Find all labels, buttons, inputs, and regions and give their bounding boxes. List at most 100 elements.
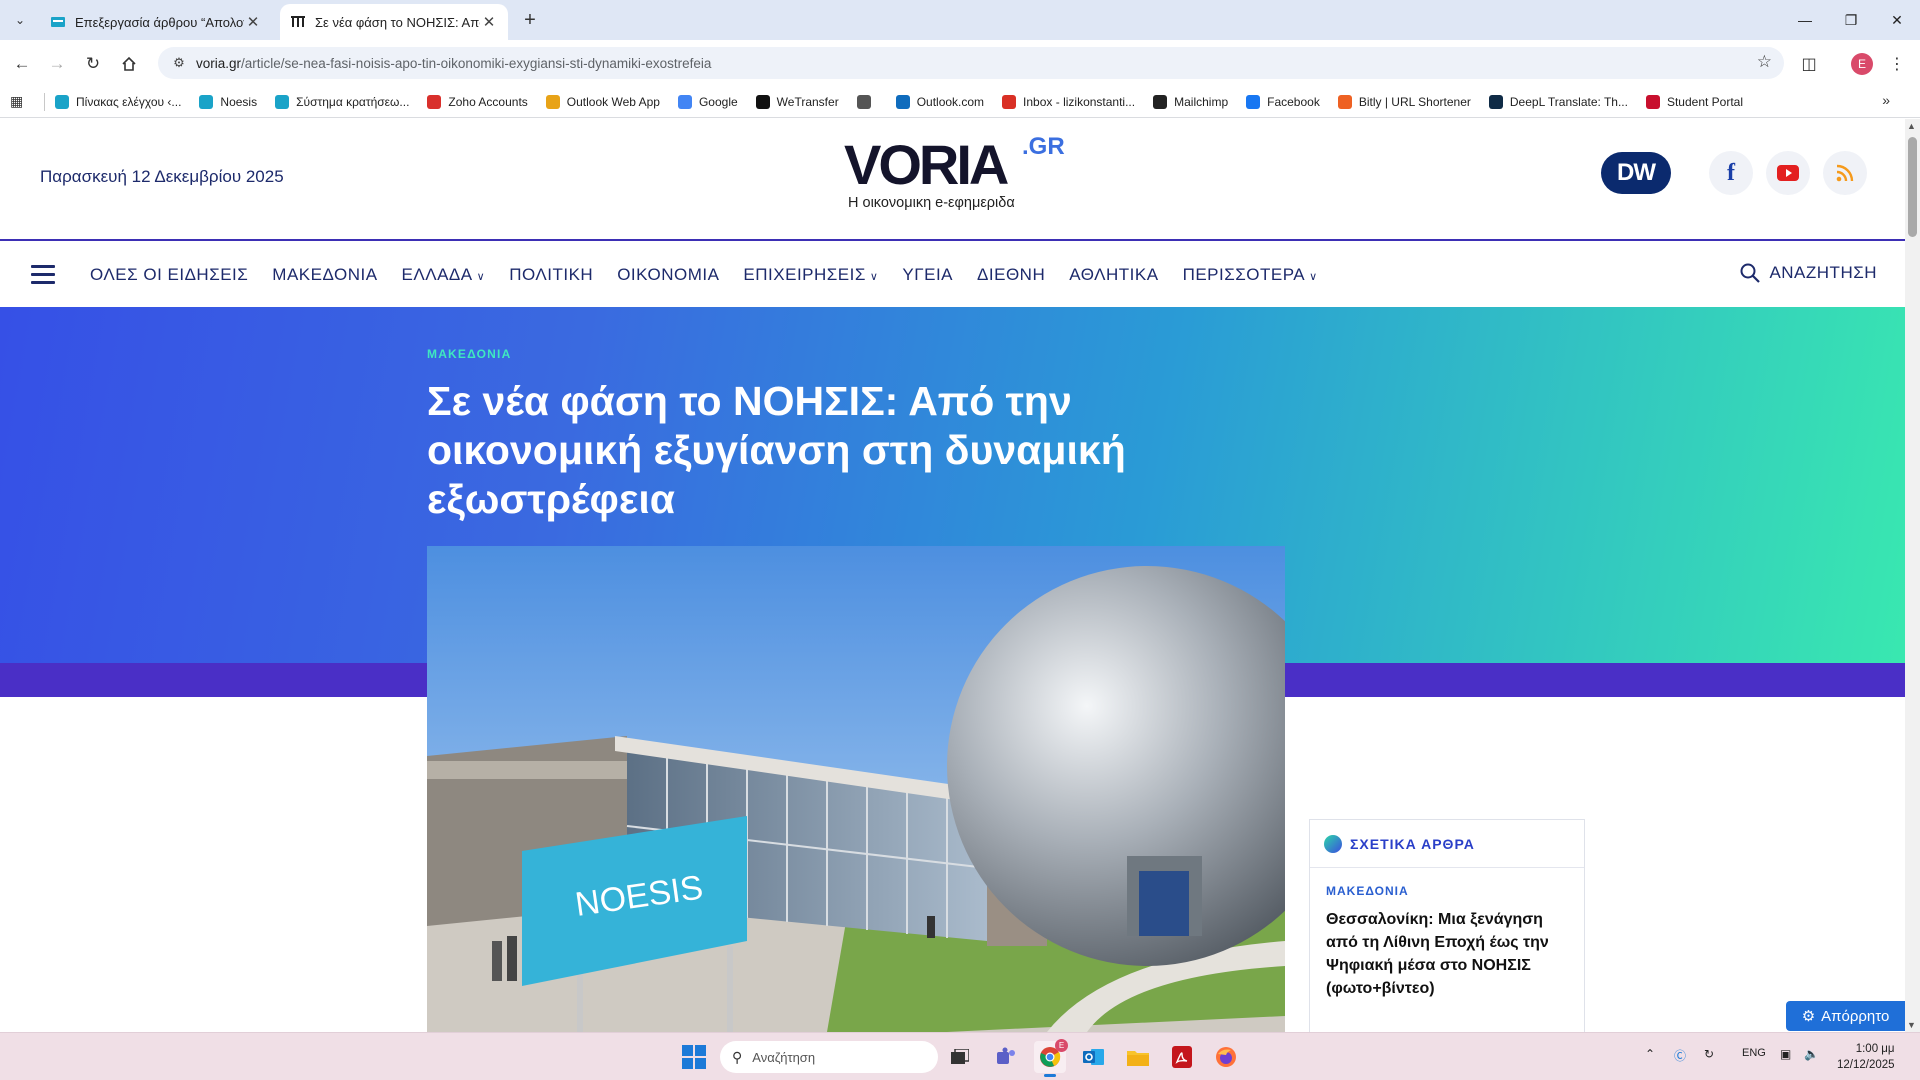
scroll-down-arrow-icon[interactable]: ▼ xyxy=(1907,1020,1916,1030)
logo-wordmark: VORIA xyxy=(844,133,1009,196)
url-text[interactable]: voria.gr/article/se-nea-fasi-noisis-apo-… xyxy=(196,56,711,71)
nav-item[interactable]: ΟΙΚΟΝΟΜΙΑ xyxy=(617,265,719,285)
more-bookmarks-chevron-icon[interactable]: » xyxy=(1882,92,1890,108)
bookmark-item[interactable]: Mailchimp xyxy=(1153,94,1228,109)
bookmark-label: DeepL Translate: Th... xyxy=(1509,94,1628,109)
globe-icon xyxy=(856,94,871,109)
youtube-icon[interactable] xyxy=(1766,151,1810,195)
extensions-icon[interactable]: ◫ xyxy=(1796,51,1822,77)
acrobat-icon[interactable] xyxy=(1166,1041,1198,1073)
browser-menu-icon[interactable]: ⋮ xyxy=(1884,51,1910,77)
firefox-icon[interactable] xyxy=(1210,1041,1242,1073)
nav-item[interactable]: ΜΑΚΕΔΟΝΙΑ xyxy=(272,265,377,285)
close-window-icon[interactable]: ✕ xyxy=(1874,8,1920,32)
bookmark-item[interactable]: DeepL Translate: Th... xyxy=(1488,94,1628,109)
header-date: Παρασκευή 12 Δεκεμβρίου 2025 xyxy=(40,167,284,186)
bookmark-item[interactable]: Noesis xyxy=(199,94,257,109)
back-arrow-icon[interactable]: ← xyxy=(9,51,35,77)
deepl-icon xyxy=(1488,94,1503,109)
bookmark-item[interactable]: WeTransfer xyxy=(755,94,839,109)
taskbar-search-box[interactable]: ⚲ Αναζήτηση xyxy=(720,1041,938,1073)
bookmark-label: Πίνακας ελέγχου ‹... xyxy=(76,94,182,109)
related-item-title[interactable]: Θεσσαλονίκη: Μια ξενάγηση από τη Λίθινη … xyxy=(1326,908,1570,1000)
nav-item[interactable]: ΕΛΛΑΔΑ ∨ xyxy=(402,265,486,285)
bookmark-label: Inbox - lizikonstanti... xyxy=(1023,94,1136,109)
file-explorer-icon[interactable] xyxy=(1122,1041,1154,1073)
nav-item[interactable]: ΠΕΡΙΣΣΟΤΕΡΑ ∨ xyxy=(1183,265,1318,285)
bitly-icon xyxy=(1337,94,1352,109)
related-item-category[interactable]: ΜΑΚΕΔΟΝΙΑ xyxy=(1326,884,1584,898)
tray-overflow-chevron-icon[interactable]: ⌃ xyxy=(1645,1047,1655,1061)
hamburger-menu-icon[interactable] xyxy=(31,265,55,285)
logo-suffix: .GR xyxy=(1022,133,1065,160)
nav-item[interactable]: ΟΛΕΣ ΟΙ ΕΙΔΗΣΕΙΣ xyxy=(90,265,248,285)
system-clock[interactable]: 1:00 μμ 12/12/2025 xyxy=(1837,1041,1895,1073)
forward-arrow-icon[interactable]: → xyxy=(44,51,70,77)
bookmark-item[interactable]: Inbox - lizikonstanti... xyxy=(1002,94,1136,109)
bookmark-item[interactable]: Google xyxy=(677,94,738,109)
outlook-taskbar-icon[interactable] xyxy=(1078,1041,1110,1073)
bookmark-item[interactable]: Student Portal xyxy=(1645,94,1743,109)
browser-tab-edit-article[interactable]: Επεξεργασία άρθρου “Απολογ ✕ xyxy=(40,4,272,40)
tab-close-icon[interactable]: ✕ xyxy=(244,13,262,31)
tab-close-icon[interactable]: ✕ xyxy=(480,13,498,31)
nav-item-label: ΕΛΛΑΔΑ xyxy=(401,265,473,284)
tab-search-button[interactable]: ⌄ xyxy=(8,8,32,32)
windows-start-icon[interactable] xyxy=(682,1045,706,1069)
nav-item-label: ΑΘΛΗΤΙΚΑ xyxy=(1069,265,1159,284)
home-icon[interactable] xyxy=(116,51,142,77)
page-scrollbar[interactable]: ▲ ▼ xyxy=(1905,119,1920,1032)
voria-logo[interactable]: VORIA .GR Η οικονομικη e-εφημεριδα xyxy=(844,133,1074,213)
language-indicator[interactable]: ENG xyxy=(1742,1047,1766,1059)
facebook-icon xyxy=(1246,94,1261,109)
nav-item[interactable]: ΔΙΕΘΝΗ xyxy=(977,265,1045,285)
article-category[interactable]: ΜΑΚΕΔΟΝΙΑ xyxy=(427,347,511,361)
privacy-settings-button[interactable]: ⚙ Απόρρητο xyxy=(1786,1001,1905,1031)
bookmark-label: Zoho Accounts xyxy=(448,94,528,109)
facebook-icon[interactable]: f xyxy=(1709,151,1753,195)
volume-icon[interactable]: 🔈 xyxy=(1804,1047,1819,1061)
main-navigation: ΟΛΕΣ ΟΙ ΕΙΔΗΣΕΙΣ ΜΑΚΕΔΟΝΙΑ ΕΛΛΑΔΑ ∨ ΠΟΛΙΤΙΚΗ… xyxy=(0,243,1905,307)
nav-item[interactable]: ΕΠΙΧΕΙΡΗΣΕΙΣ ∨ xyxy=(743,265,878,285)
noesis-icon xyxy=(275,94,290,109)
tray-app-icon[interactable]: Ⓒ xyxy=(1674,1047,1686,1064)
chevron-down-icon: ∨ xyxy=(869,271,879,283)
rss-icon[interactable] xyxy=(1823,151,1867,195)
nav-item-label: ΕΠΙΧΕΙΡΗΣΕΙΣ xyxy=(743,265,866,284)
teams-icon[interactable] xyxy=(990,1041,1022,1073)
chrome-taskbar-icon[interactable]: E xyxy=(1034,1039,1068,1077)
bookmark-item[interactable]: Πίνακας ελέγχου ‹... xyxy=(55,94,182,109)
task-view-icon[interactable] xyxy=(944,1041,976,1073)
nav-item[interactable]: ΑΘΛΗΤΙΚΑ xyxy=(1069,265,1158,285)
privacy-label: Απόρρητο xyxy=(1821,1007,1890,1025)
bookmark-item[interactable]: Bitly | URL Shortener xyxy=(1337,94,1471,109)
restore-icon[interactable]: ❐ xyxy=(1828,8,1874,32)
nav-item[interactable]: ΠΟΛΙΤΙΚΗ xyxy=(509,265,593,285)
network-icon[interactable]: ▣ xyxy=(1780,1047,1791,1061)
search-button[interactable]: ΑΝΑΖΗΤΗΣΗ xyxy=(1740,263,1877,283)
bookmark-item[interactable]: Σύστημα κρατήσεω... xyxy=(275,94,409,109)
bookmark-item[interactable]: Outlook Web App xyxy=(545,94,660,109)
tab-label: Σε νέα φάση το ΝΟΗΣΙΣ: Από τ xyxy=(315,14,480,30)
scroll-up-arrow-icon[interactable]: ▲ xyxy=(1907,121,1916,131)
bookmark-item[interactable]: Outlook.com xyxy=(895,94,984,109)
apps-grid-icon[interactable]: ▦ xyxy=(10,93,34,110)
noesis-icon xyxy=(199,94,214,109)
dw-logo-link[interactable]: DW xyxy=(1601,152,1671,194)
nav-item[interactable]: ΥΓΕΙΑ xyxy=(902,265,953,285)
minimize-icon[interactable]: — xyxy=(1782,8,1828,32)
site-info-icon[interactable]: ⚙ xyxy=(166,55,192,71)
browser-tab-current-article[interactable]: Σε νέα φάση το ΝΟΗΣΙΣ: Από τ ✕ xyxy=(280,4,508,40)
bookmark-item[interactable]: Zoho Accounts xyxy=(427,94,528,109)
bookmark-item[interactable] xyxy=(856,94,878,109)
bookmark-item[interactable]: Facebook xyxy=(1246,94,1320,109)
tray-sync-icon[interactable]: ↻ xyxy=(1704,1047,1714,1061)
reload-icon[interactable]: ↻ xyxy=(80,51,106,77)
bookmark-star-icon[interactable]: ☆ xyxy=(1757,52,1772,72)
url-omnibox[interactable]: ⚙ voria.gr/article/se-nea-fasi-noisis-ap… xyxy=(158,47,1784,79)
new-tab-button[interactable]: + xyxy=(518,8,542,32)
nav-item-label: ΟΛΕΣ ΟΙ ΕΙΔΗΣΕΙΣ xyxy=(90,265,249,284)
profile-avatar[interactable]: E xyxy=(1851,53,1873,75)
nav-item-label: ΟΙΚΟΝΟΜΙΑ xyxy=(617,265,720,284)
scrollbar-thumb[interactable] xyxy=(1908,137,1917,237)
